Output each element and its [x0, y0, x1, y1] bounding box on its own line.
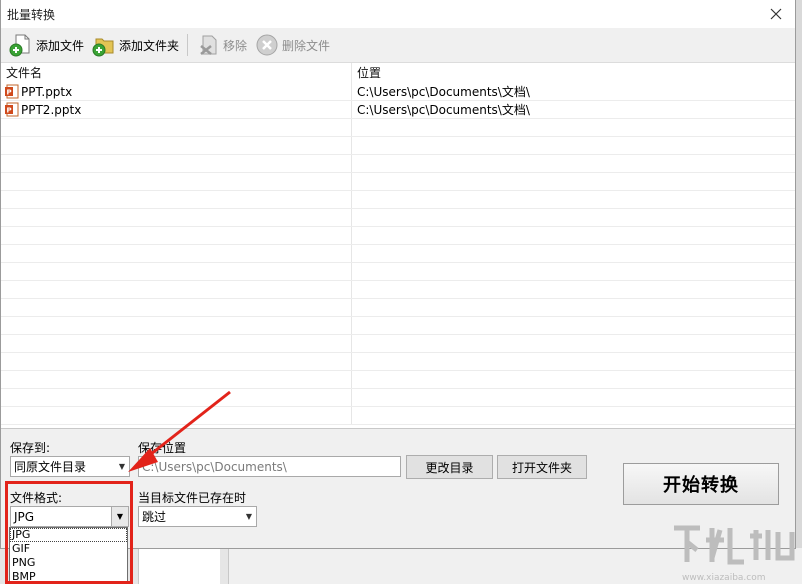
ppt-file-icon: P: [5, 102, 19, 117]
file-format-label: 文件格式:: [10, 491, 63, 505]
background-panel: [138, 548, 220, 584]
empty-row: [1, 353, 795, 371]
format-option-png[interactable]: PNG: [10, 556, 127, 570]
save-to-label: 保存到:: [10, 441, 51, 455]
save-to-select[interactable]: 同原文件目录 ▼: [10, 456, 130, 477]
delete-file-button[interactable]: 删除文件: [251, 31, 334, 59]
svg-text:P: P: [7, 89, 12, 97]
save-location-input[interactable]: C:\Users\pc\Documents\: [138, 456, 401, 477]
change-directory-button[interactable]: 更改目录: [406, 455, 493, 479]
format-option-bmp[interactable]: BMP: [10, 570, 127, 582]
toolbar-separator: [187, 34, 189, 56]
file-location: C:\Users\pc\Documents\文档\: [351, 83, 795, 100]
chevron-down-icon: ▼: [118, 462, 126, 471]
empty-row: [1, 209, 795, 227]
close-button[interactable]: [763, 2, 789, 26]
empty-row: [1, 119, 795, 137]
save-location-value: C:\Users\pc\Documents\: [142, 459, 287, 474]
svg-text:P: P: [7, 107, 12, 115]
empty-row: [1, 155, 795, 173]
toolbar: 添加文件 添加文件夹 移除 删除文件: [1, 28, 795, 62]
batch-convert-dialog: 批量转换 添加文件 添加文件夹 移除 删除文件 文件名 位置 P PPT.ppt…: [0, 0, 796, 549]
when-exists-select[interactable]: 跳过 ▼: [138, 506, 257, 527]
empty-row: [1, 389, 795, 407]
file-list[interactable]: 文件名 位置 P PPT.pptx C:\Users\pc\Documents\…: [1, 62, 795, 429]
empty-row: [1, 335, 795, 353]
column-header-name[interactable]: 文件名: [1, 63, 351, 83]
table-row[interactable]: P PPT.pptx C:\Users\pc\Documents\文档\: [1, 83, 795, 101]
empty-row: [1, 227, 795, 245]
title-bar: 批量转换: [1, 0, 795, 28]
empty-row: [1, 245, 795, 263]
close-icon: [770, 8, 782, 20]
file-name: PPT2.pptx: [21, 102, 82, 117]
remove-label: 移除: [223, 38, 248, 53]
open-folder-button[interactable]: 打开文件夹: [497, 455, 587, 479]
start-convert-label: 开始转换: [663, 475, 739, 496]
empty-row: [1, 407, 795, 425]
add-file-label: 添加文件: [36, 38, 85, 53]
empty-row: [1, 173, 795, 191]
open-folder-label: 打开文件夹: [511, 460, 572, 475]
background-panel-right: [228, 548, 802, 584]
chevron-down-icon: ▼: [245, 512, 253, 521]
add-file-button[interactable]: 添加文件: [5, 31, 88, 59]
save-to-value: 同原文件目录: [14, 460, 87, 474]
empty-row: [1, 299, 795, 317]
add-folder-label: 添加文件夹: [119, 38, 180, 53]
empty-row: [1, 281, 795, 299]
when-exists-value: 跳过: [142, 510, 167, 524]
window-title: 批量转换: [7, 8, 56, 22]
format-dropdown-list[interactable]: JPG GIF PNG BMP: [9, 527, 128, 583]
list-header: 文件名 位置: [1, 63, 795, 83]
table-row[interactable]: P PPT2.pptx C:\Users\pc\Documents\文档\: [1, 101, 795, 119]
start-convert-button[interactable]: 开始转换: [623, 463, 779, 505]
format-option-gif[interactable]: GIF: [10, 542, 127, 556]
add-file-icon: [9, 34, 30, 57]
remove-button[interactable]: 移除: [192, 31, 251, 59]
remove-icon: [200, 35, 217, 55]
when-exists-label: 当目标文件已存在时: [138, 491, 247, 505]
empty-row: [1, 263, 795, 281]
save-location-label: 保存位置: [138, 441, 187, 455]
empty-row: [1, 317, 795, 335]
add-folder-icon: [92, 38, 114, 57]
file-name: PPT.pptx: [21, 84, 73, 99]
empty-rows: [1, 119, 795, 425]
delete-icon: [256, 34, 278, 56]
empty-row: [1, 191, 795, 209]
chevron-down-icon[interactable]: ▼: [111, 507, 128, 526]
change-directory-label: 更改目录: [425, 460, 474, 475]
empty-row: [1, 137, 795, 155]
add-folder-button[interactable]: 添加文件夹: [88, 31, 183, 59]
ppt-file-icon: P: [5, 84, 19, 99]
column-header-location[interactable]: 位置: [351, 63, 795, 83]
empty-row: [1, 371, 795, 389]
file-location: C:\Users\pc\Documents\文档\: [351, 101, 795, 118]
delete-file-label: 删除文件: [282, 38, 331, 53]
format-option-jpg[interactable]: JPG: [10, 528, 127, 542]
